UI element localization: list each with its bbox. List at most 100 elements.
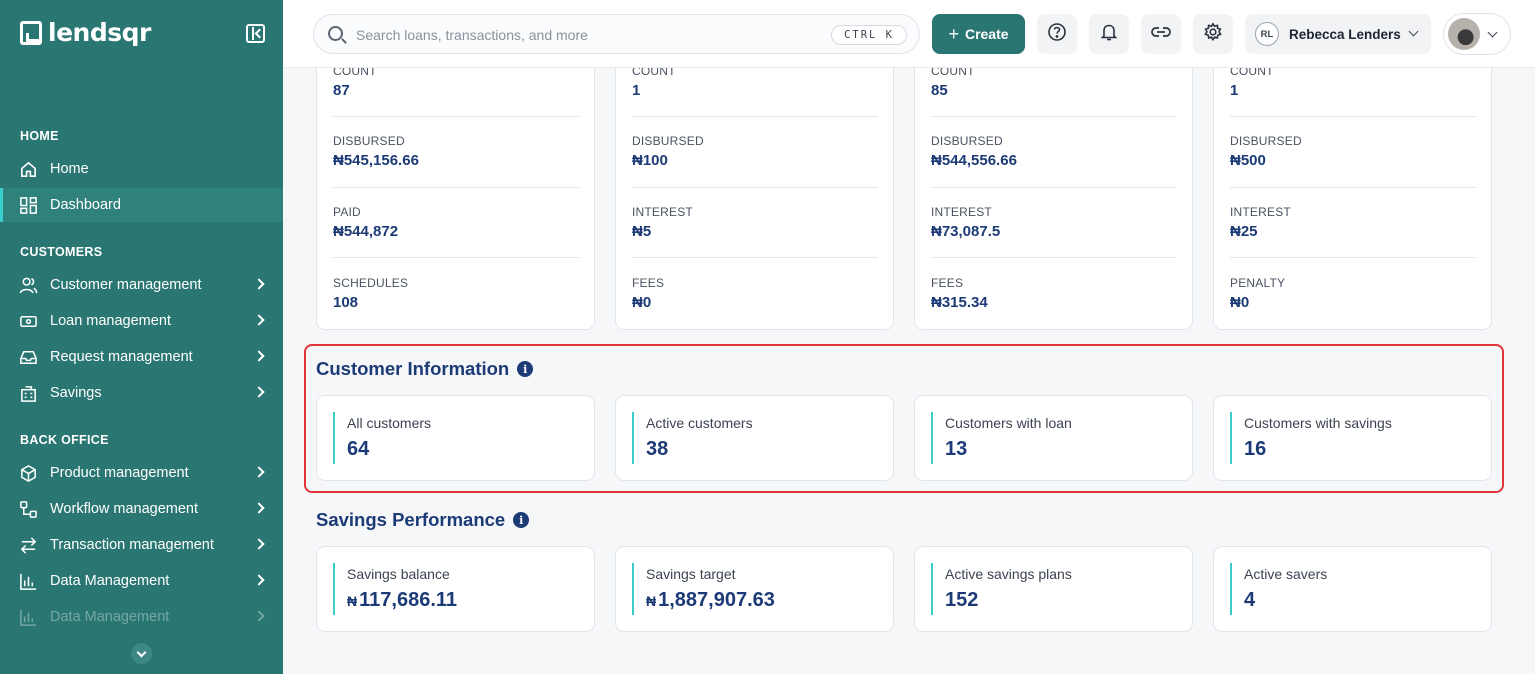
plus-icon: + <box>948 23 959 44</box>
stat-label: DISBURSED <box>632 134 704 148</box>
stat-value: ₦5 <box>632 223 652 240</box>
accent-bar <box>931 412 933 464</box>
search-icon <box>328 26 343 41</box>
sidebar-item-request-management[interactable]: Request management <box>0 340 283 374</box>
chevron-right-icon <box>253 466 265 478</box>
stat-label: FEES <box>931 276 964 290</box>
metric-card-active-savers: Active savers 4 <box>1213 546 1492 632</box>
home-icon <box>19 160 38 179</box>
stat-value: ₦315.34 <box>931 294 988 311</box>
divider <box>333 187 579 188</box>
metric-card-active-customers: Active customers 38 <box>615 395 894 481</box>
info-icon[interactable]: i <box>513 512 530 528</box>
metric-label: Active savings plans <box>945 566 1072 582</box>
create-button-label: Create <box>964 26 1009 42</box>
brand-name: lendsqr <box>48 18 151 47</box>
accent-bar <box>1230 563 1232 615</box>
accent-bar <box>333 563 335 615</box>
metric-label: Customers with savings <box>1244 415 1392 431</box>
divider <box>632 116 878 117</box>
sidebar-item-product-management[interactable]: Product management <box>0 456 283 490</box>
sidebar-item-data-management[interactable]: Data Management <box>0 564 283 598</box>
divider <box>632 187 878 188</box>
metric-value: 4 <box>1244 589 1256 611</box>
notifications-button[interactable] <box>1089 14 1129 54</box>
metric-card-customers-with-loan: Customers with loan 13 <box>914 395 1193 481</box>
chevron-right-icon <box>253 538 265 550</box>
avatar <box>1448 18 1480 50</box>
loan-stat-card: COUNT 87 DISBURSED ₦545,156.66 PAID ₦544,87… <box>316 40 595 330</box>
stat-label: DISBURSED <box>333 134 405 148</box>
divider <box>1230 116 1476 117</box>
stat-value: ₦544,872 <box>333 223 399 240</box>
stat-value: 85 <box>931 82 948 99</box>
link-icon <box>1150 22 1172 47</box>
divider <box>333 257 579 258</box>
loan-stat-card: COUNT 85 DISBURSED ₦544,556.66 INTEREST ₦73… <box>914 40 1193 330</box>
keyboard-shortcut-badge: CTRL K <box>831 25 907 45</box>
section-label-back-office: BACK OFFICE <box>20 433 109 447</box>
bar-chart-icon <box>19 608 38 627</box>
divider <box>931 257 1177 258</box>
sidebar-item-label: Product management <box>50 465 189 481</box>
search-input[interactable] <box>356 25 816 45</box>
scroll-down-icon[interactable] <box>131 643 152 664</box>
collapse-sidebar-icon[interactable] <box>246 24 265 43</box>
sidebar-item-savings[interactable]: Savings <box>0 376 283 410</box>
stat-value: 1 <box>1230 82 1239 99</box>
metric-card-savings-target: Savings target ₦ 1,887,907.63 <box>615 546 894 632</box>
user-name: Rebecca Lenders <box>1289 26 1401 42</box>
sidebar-item-customer-management[interactable]: Customer management <box>0 268 283 302</box>
accent-bar <box>632 412 634 464</box>
chevron-right-icon <box>253 278 265 290</box>
chevron-right-icon <box>253 386 265 398</box>
help-button[interactable] <box>1037 14 1077 54</box>
brand-logo[interactable]: lendsqr <box>20 18 151 47</box>
stat-label: INTEREST <box>632 205 693 219</box>
metric-label: Savings target <box>646 566 736 582</box>
section-title-text: Savings Performance <box>316 509 506 530</box>
sidebar-item-home[interactable]: Home <box>0 152 283 186</box>
metric-label: All customers <box>347 415 432 431</box>
user-menu[interactable]: RL Rebecca Lenders <box>1245 14 1431 54</box>
stat-value: ₦0 <box>632 294 652 311</box>
users-icon <box>19 276 38 295</box>
sidebar-item-label: Data Management <box>50 609 170 625</box>
chevron-down-icon <box>1408 26 1419 37</box>
gear-icon <box>1203 21 1223 47</box>
divider <box>1230 257 1476 258</box>
stat-value: ₦25 <box>1230 223 1258 240</box>
sidebar-item-loan-management[interactable]: Loan management <box>0 304 283 338</box>
sidebar-item-transaction-management[interactable]: Transaction management <box>0 528 283 562</box>
dashboard-icon <box>19 196 38 215</box>
chevron-right-icon <box>253 502 265 514</box>
stat-label: PAID <box>333 205 361 219</box>
stat-value: ₦100 <box>632 152 668 169</box>
info-icon[interactable]: i <box>517 361 534 377</box>
metric-label: Savings balance <box>347 566 450 582</box>
workflow-icon <box>19 500 38 519</box>
currency-symbol: ₦ <box>347 593 358 609</box>
create-button[interactable]: + Create <box>932 14 1025 54</box>
link-button[interactable] <box>1141 14 1181 54</box>
help-icon <box>1047 22 1067 47</box>
sidebar-item-data-management-2[interactable]: Data Management <box>0 600 283 634</box>
stat-label: FEES <box>632 276 665 290</box>
sidebar-item-dashboard[interactable]: Dashboard <box>0 188 283 222</box>
settings-button[interactable] <box>1193 14 1233 54</box>
metric-card-savings-balance: Savings balance ₦ 117,686.11 <box>316 546 595 632</box>
sidebar: lendsqr HOME Home Dashboard CUSTOMERS Cu… <box>0 0 283 674</box>
metric-card-all-customers: All customers 64 <box>316 395 595 481</box>
stat-label: DISBURSED <box>931 134 1003 148</box>
search-bar[interactable]: CTRL K <box>313 14 920 54</box>
sidebar-item-label: Customer management <box>50 277 202 293</box>
metric-value: 64 <box>347 438 370 460</box>
piggy-bank-icon <box>19 384 38 403</box>
section-title-text: Customer Information <box>316 358 510 379</box>
profile-menu[interactable] <box>1443 13 1511 55</box>
sidebar-item-label: Dashboard <box>50 197 121 213</box>
bell-icon <box>1099 22 1119 47</box>
sidebar-item-workflow-management[interactable]: Workflow management <box>0 492 283 526</box>
transfer-icon <box>19 536 38 555</box>
sidebar-item-label: Transaction management <box>50 537 214 553</box>
